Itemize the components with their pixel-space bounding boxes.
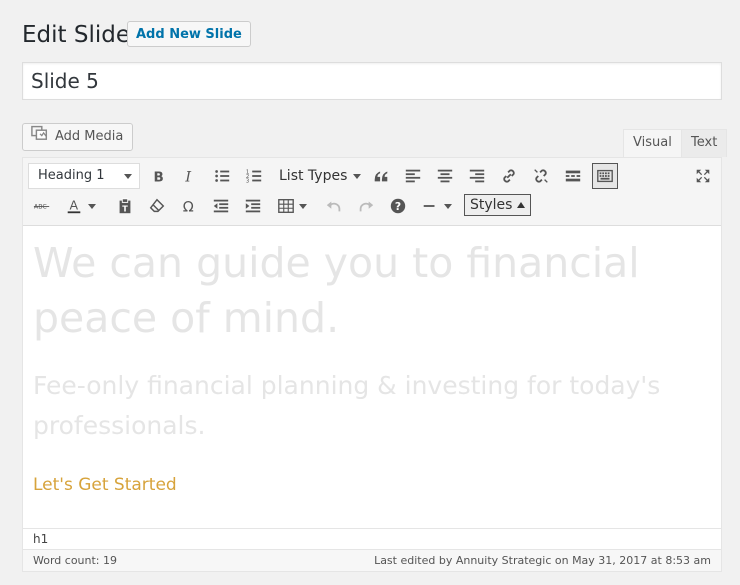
editor-content[interactable]: We can guide you to financial peace of m… <box>33 236 713 496</box>
add-new-slide-button[interactable]: Add New Slide <box>127 21 251 47</box>
page-title: Edit Slide <box>22 22 130 48</box>
link-icon[interactable] <box>496 163 522 189</box>
editor: Heading 1 B I 123 List Types ABC A T Ω ?… <box>22 157 722 572</box>
svg-text:A: A <box>70 198 79 213</box>
undo-icon[interactable] <box>321 193 347 219</box>
horizontal-line-icon[interactable] <box>417 193 443 219</box>
bullet-list-icon[interactable] <box>209 163 235 189</box>
redo-icon[interactable] <box>353 193 379 219</box>
chevron-down-icon[interactable] <box>441 193 455 219</box>
align-left-icon[interactable] <box>400 163 426 189</box>
svg-text:ABC: ABC <box>34 204 48 211</box>
last-edited: Last edited by Annuity Strategic on May … <box>374 554 711 567</box>
editor-toolbar: Heading 1 B I 123 List Types ABC A T Ω ?… <box>23 158 721 226</box>
outdent-icon[interactable] <box>208 193 234 219</box>
svg-text:I: I <box>184 169 191 185</box>
styles-dropdown[interactable]: Styles <box>464 194 532 216</box>
chevron-down-icon[interactable] <box>85 193 99 219</box>
chevron-up-icon <box>517 202 526 208</box>
format-select-value: Heading 1 <box>38 168 105 183</box>
align-right-icon[interactable] <box>464 163 490 189</box>
clear-formatting-icon[interactable] <box>144 193 170 219</box>
read-more-icon[interactable] <box>560 163 586 189</box>
text-color-icon[interactable]: A <box>61 193 87 219</box>
fullscreen-icon[interactable] <box>690 163 716 189</box>
help-icon[interactable]: ? <box>385 193 411 219</box>
svg-text:Ω: Ω <box>183 199 194 215</box>
list-types-label: List Types <box>279 168 348 184</box>
tab-visual[interactable]: Visual <box>623 129 682 157</box>
chevron-down-icon[interactable] <box>296 193 310 219</box>
element-path[interactable]: h1 <box>23 528 721 549</box>
align-center-icon[interactable] <box>432 163 458 189</box>
slide-subheading[interactable]: Fee-only financial planning & investing … <box>33 366 713 446</box>
special-character-icon[interactable]: Ω <box>176 193 202 219</box>
unlink-icon[interactable] <box>528 163 554 189</box>
svg-text:T: T <box>122 203 128 213</box>
slide-title-input[interactable]: Slide 5 <box>22 62 722 100</box>
toolbar-toggle-icon[interactable] <box>592 163 618 189</box>
add-media-label: Add Media <box>55 129 124 144</box>
word-count: Word count: 19 <box>33 554 118 567</box>
add-media-button[interactable]: Add Media <box>22 123 134 151</box>
svg-text:3: 3 <box>246 178 249 184</box>
media-icon <box>31 123 49 151</box>
svg-text:B: B <box>154 169 164 185</box>
blockquote-icon[interactable] <box>368 163 394 189</box>
list-types-dropdown[interactable]: List Types <box>279 163 362 189</box>
svg-text:?: ? <box>395 200 401 213</box>
strikethrough-icon[interactable]: ABC <box>29 193 55 219</box>
bold-icon[interactable]: B <box>145 163 171 189</box>
chevron-down-icon <box>353 173 362 179</box>
styles-label: Styles <box>470 197 513 213</box>
tab-text[interactable]: Text <box>681 129 728 157</box>
italic-icon[interactable]: I <box>176 163 202 189</box>
slide-heading[interactable]: We can guide you to financial peace of m… <box>33 236 713 346</box>
chevron-down-icon <box>124 174 132 179</box>
cta-link[interactable]: Let's Get Started <box>33 474 713 496</box>
format-select[interactable]: Heading 1 <box>28 163 140 189</box>
numbered-list-icon[interactable]: 123 <box>241 163 267 189</box>
paste-text-icon[interactable]: T <box>112 193 138 219</box>
indent-icon[interactable] <box>240 193 266 219</box>
status-bar: Word count: 19 Last edited by Annuity St… <box>23 549 721 571</box>
